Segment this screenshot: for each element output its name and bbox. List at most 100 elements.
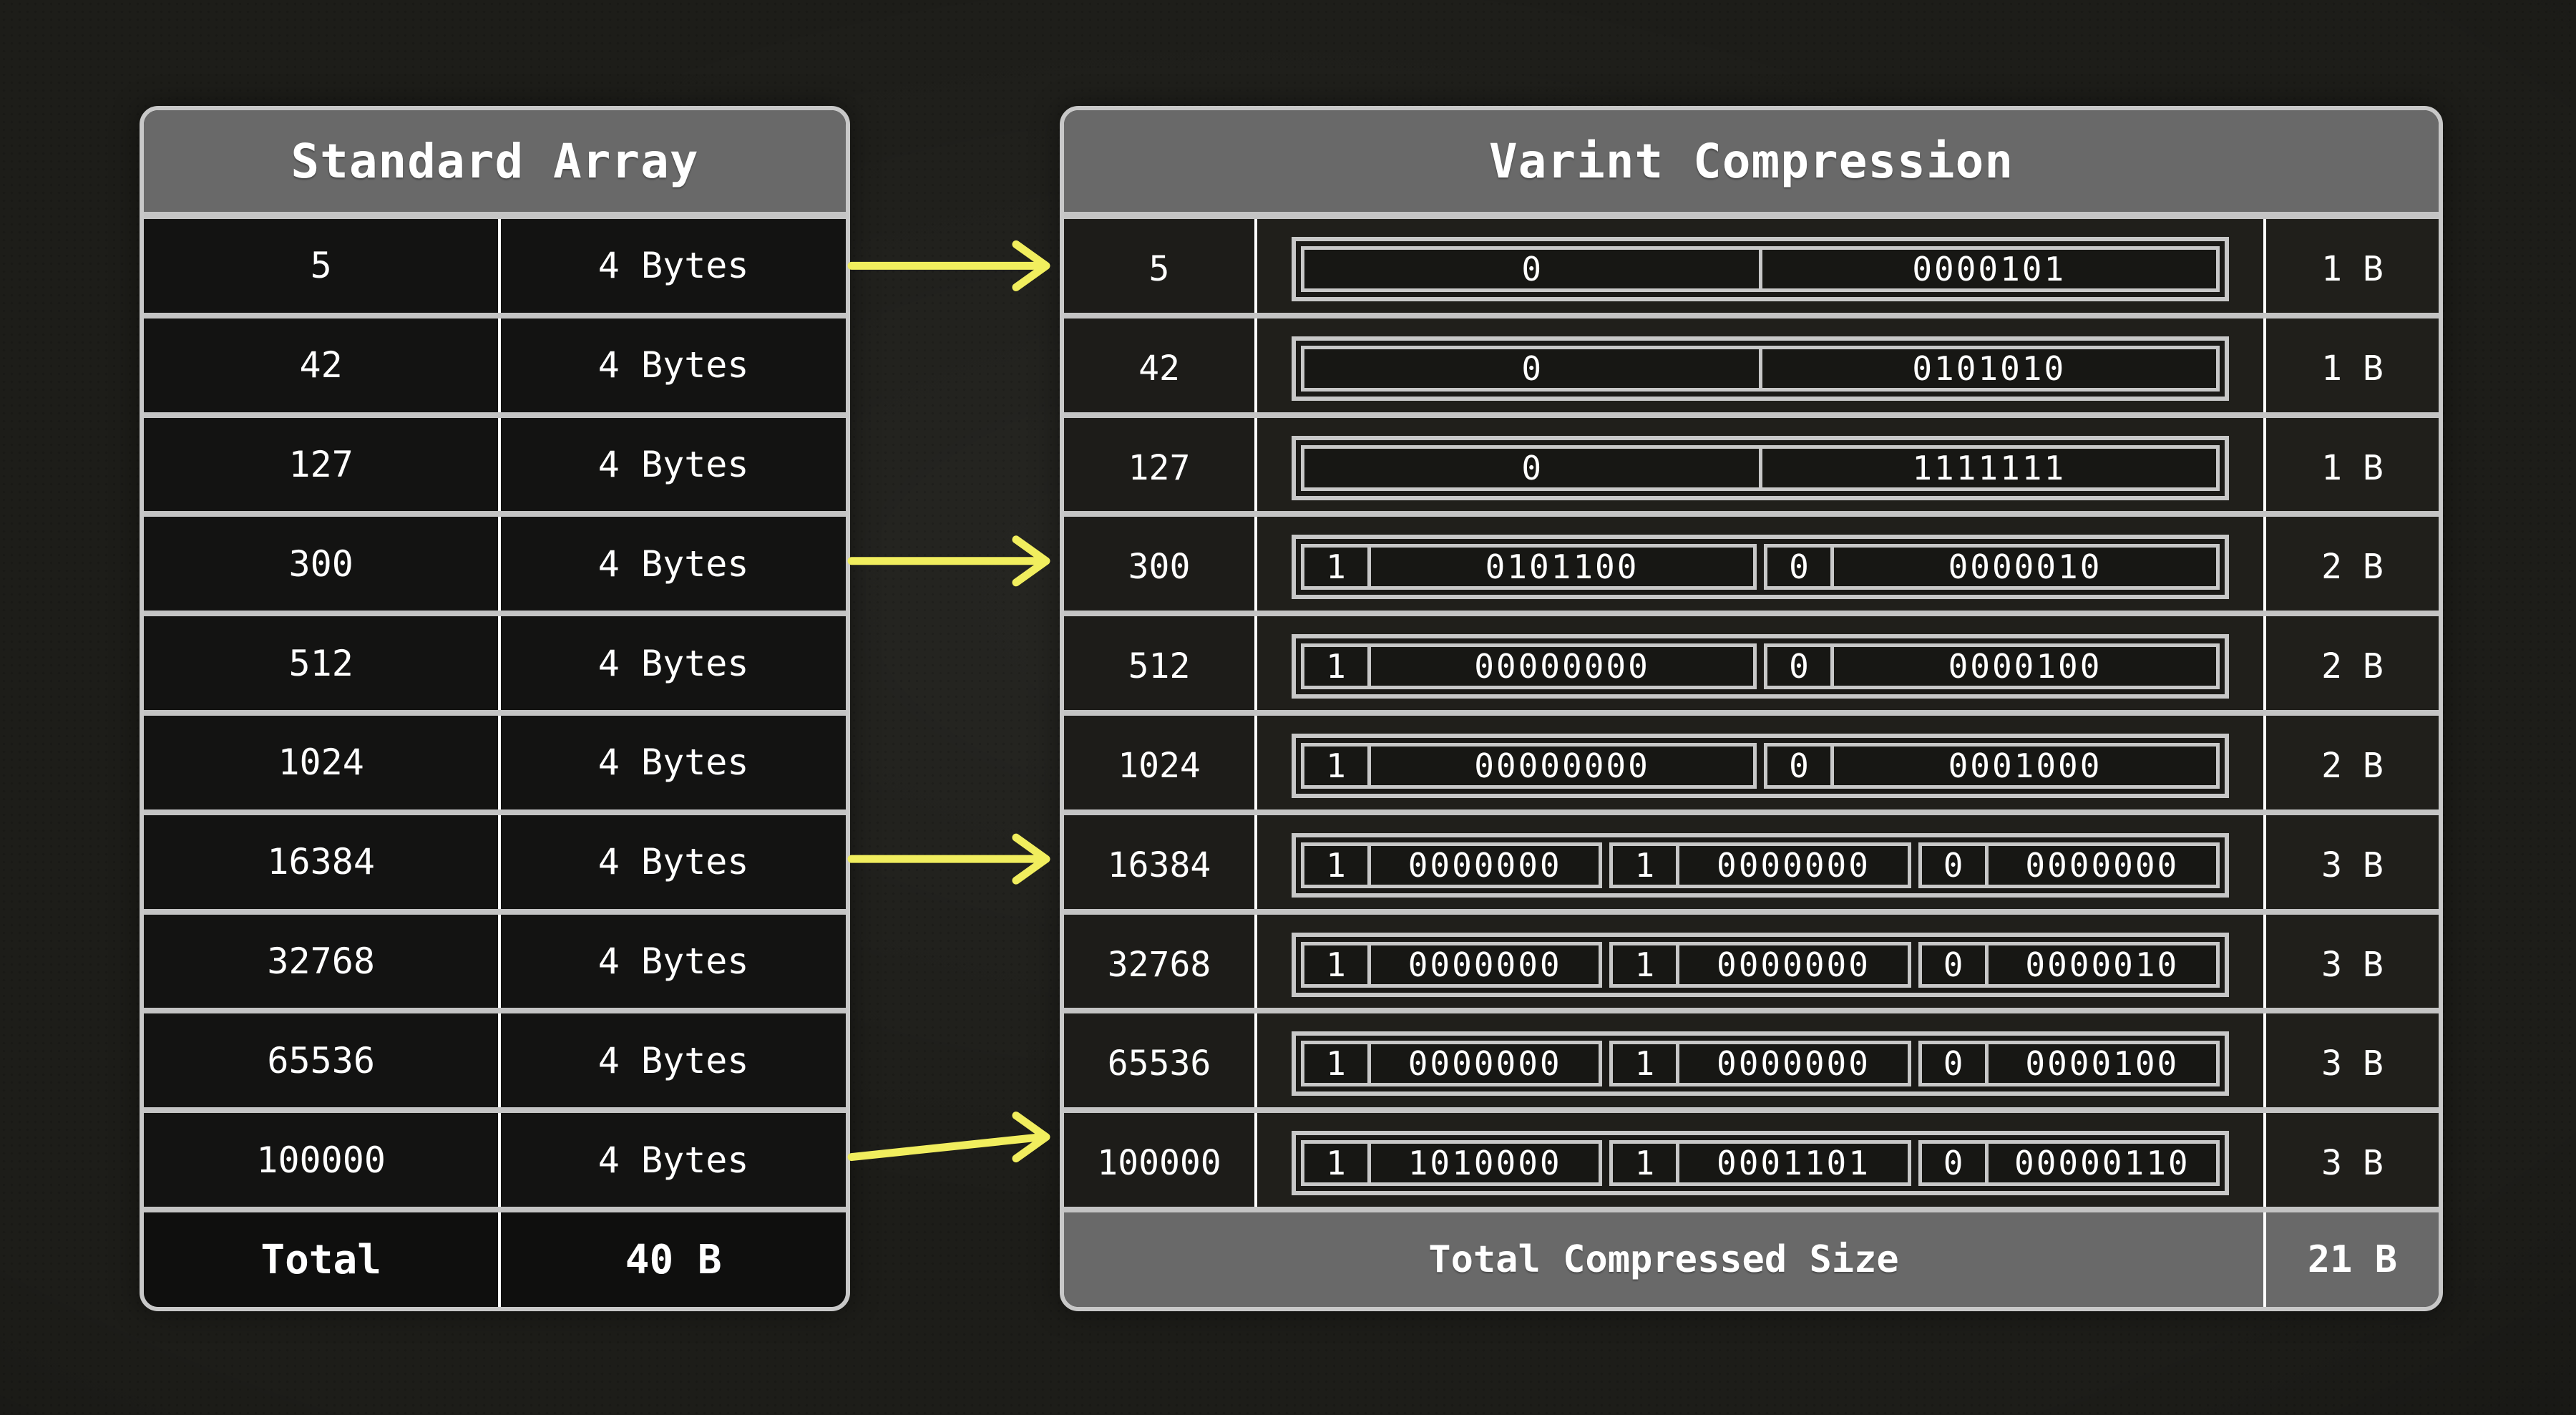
varint-row: 1024100000000000010002 B: [1064, 710, 2439, 809]
payload-bits: 1111111: [1762, 449, 2217, 487]
continuation-bit: 0: [1304, 349, 1762, 388]
payload-bits: 0000010: [1834, 548, 2216, 586]
array-value-cell: 127: [144, 418, 501, 512]
continuation-bit: 0: [1767, 548, 1834, 586]
byte-box: 10000000: [1301, 942, 1602, 988]
varint-value-cell: 127: [1064, 418, 1257, 518]
byte-group: 10000000000000100: [1292, 634, 2229, 699]
varint-size-cell: 3 B: [2263, 1013, 2439, 1114]
byte-group: 1101000010001101000000110: [1292, 1131, 2229, 1195]
payload-bits: 0000000: [1679, 945, 1907, 984]
standard-array-row: 424 Bytes: [144, 313, 846, 412]
varint-total-value: 21 B: [2263, 1212, 2439, 1307]
standard-array-row: 10244 Bytes: [144, 710, 846, 809]
payload-bits: 0001101: [1679, 1144, 1907, 1182]
byte-box: 100000000: [1301, 643, 1757, 689]
varint-size-cell: 1 B: [2263, 219, 2439, 319]
varint-bytes-cell: 100000001000000000000100: [1257, 1013, 2263, 1114]
array-size-cell: 4 Bytes: [501, 319, 846, 412]
byte-box: 10000000: [1609, 842, 1911, 888]
payload-bits: 0001000: [1834, 747, 2216, 785]
varint-row: 42001010101 B: [1064, 313, 2439, 412]
varint-bytes-cell: 100000001000000000000000: [1257, 815, 2263, 915]
array-size-cell: 4 Bytes: [501, 716, 846, 809]
varint-bytes-cell: 10000000000000100: [1257, 616, 2263, 716]
byte-box: 00000010: [1764, 544, 2220, 590]
varint-compression-title: Varint Compression: [1064, 110, 2439, 219]
byte-box: 00101010: [1301, 346, 2220, 392]
byte-box: 100000000: [1301, 743, 1757, 789]
varint-compression-body: 5000001011 B42001010101 B127011111111 B3…: [1064, 219, 2439, 1207]
array-size-cell: 4 Bytes: [501, 418, 846, 512]
payload-bits: 0000100: [1834, 647, 2216, 686]
byte-box: 000000110: [1918, 1140, 2220, 1186]
byte-group: 100000000 00001000: [1292, 734, 2229, 798]
byte-group: 100000001000000000000000: [1292, 833, 2229, 898]
continuation-bit: 1: [1304, 945, 1371, 984]
varint-bytes-cell: 100000000 00001000: [1257, 716, 2263, 816]
varint-value-cell: 65536: [1064, 1013, 1257, 1114]
continuation-bit: 1: [1613, 1044, 1679, 1083]
standard-array-total-row: Total 40 B: [144, 1207, 846, 1307]
byte-box: 00000000: [1918, 842, 2220, 888]
varint-bytes-cell: 00000101: [1257, 219, 2263, 319]
varint-value-cell: 512: [1064, 616, 1257, 716]
continuation-bit: 0: [1767, 647, 1834, 686]
varint-row: 127011111111 B: [1064, 412, 2439, 512]
payload-bits: 0000000: [1371, 846, 1599, 885]
byte-box: 11010000: [1301, 1140, 1602, 1186]
mapping-arrow: [852, 244, 1046, 287]
array-size-cell: 4 Bytes: [501, 219, 846, 313]
payload-bits: 0000000: [1679, 1044, 1907, 1083]
continuation-bit: 1: [1304, 1144, 1371, 1182]
byte-group: 00101010: [1292, 336, 2229, 401]
byte-box: 10000000: [1609, 1041, 1911, 1086]
standard-array-table: Standard Array 54 Bytes424 Bytes1274 Byt…: [140, 106, 850, 1311]
byte-group: 100000001000000000000010: [1292, 933, 2229, 997]
payload-bits: 0000101: [1762, 250, 2217, 288]
varint-row: 163841000000010000000000000003 B: [1064, 809, 2439, 909]
standard-array-row: 327684 Bytes: [144, 909, 846, 1008]
varint-row: 5000001011 B: [1064, 219, 2439, 313]
continuation-bit: 0: [1767, 747, 1834, 785]
byte-box: 10001101: [1609, 1140, 1911, 1186]
standard-array-total-label: Total: [144, 1212, 501, 1307]
payload-bits: 0000010: [1989, 945, 2216, 984]
byte-group: 00000101: [1292, 237, 2229, 301]
continuation-bit: 1: [1304, 548, 1371, 586]
standard-array-row: 1000004 Bytes: [144, 1107, 846, 1207]
array-size-cell: 4 Bytes: [501, 1113, 846, 1207]
payload-bits: 00000000: [1371, 647, 1753, 686]
varint-row: 10000011010000100011010000001103 B: [1064, 1107, 2439, 1207]
byte-group: 100000001000000000000100: [1292, 1031, 2229, 1096]
continuation-bit: 1: [1613, 1144, 1679, 1182]
array-size-cell: 4 Bytes: [501, 915, 846, 1008]
varint-diagram-canvas: { "left_table": { "title": "Standard Arr…: [0, 0, 2576, 1415]
standard-array-title: Standard Array: [144, 110, 846, 219]
byte-box: 10000000: [1609, 942, 1911, 988]
varint-compression-table: Varint Compression 5000001011 B420010101…: [1060, 106, 2443, 1311]
varint-row: 512100000000000001002 B: [1064, 611, 2439, 710]
continuation-bit: 1: [1304, 647, 1371, 686]
continuation-bit: 1: [1304, 747, 1371, 785]
array-size-cell: 4 Bytes: [501, 517, 846, 611]
continuation-bit: 0: [1922, 1144, 1989, 1182]
byte-box: 10000000: [1301, 842, 1602, 888]
mapping-arrow: [852, 1116, 1046, 1159]
array-value-cell: 512: [144, 616, 501, 710]
byte-box: 10000000: [1301, 1041, 1602, 1086]
mapping-arrow: [852, 540, 1046, 583]
byte-box: 00000101: [1301, 246, 2220, 292]
payload-bits: 0000100: [1989, 1044, 2216, 1083]
varint-value-cell: 1024: [1064, 716, 1257, 816]
continuation-bit: 1: [1304, 1044, 1371, 1083]
continuation-bit: 1: [1304, 846, 1371, 885]
payload-bits: 0000000: [1679, 846, 1907, 885]
array-value-cell: 65536: [144, 1013, 501, 1107]
varint-size-cell: 3 B: [2263, 915, 2439, 1015]
byte-box: 00000100: [1918, 1041, 2220, 1086]
array-value-cell: 32768: [144, 915, 501, 1008]
payload-bits: 0000000: [1989, 846, 2216, 885]
byte-box: 10101100: [1301, 544, 1757, 590]
varint-size-cell: 2 B: [2263, 616, 2439, 716]
